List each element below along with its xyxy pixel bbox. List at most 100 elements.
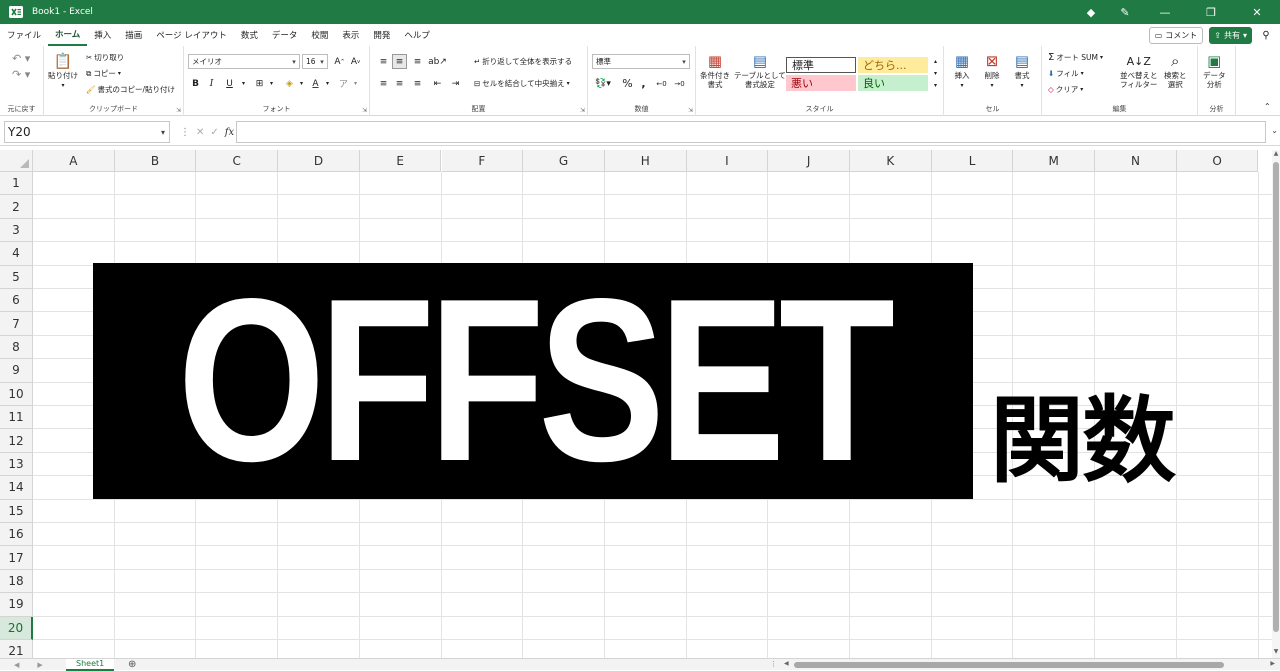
column-header-e[interactable]: E: [359, 150, 442, 172]
subtitle-text[interactable]: 関数: [990, 387, 1176, 497]
row-header-11[interactable]: 11: [0, 406, 33, 430]
row-header-9[interactable]: 9: [0, 359, 33, 383]
row-header-20[interactable]: 20: [0, 616, 33, 640]
redo-icon[interactable]: ↷ ▾: [12, 68, 30, 81]
comment-button[interactable]: ▭ コメント: [1148, 26, 1204, 44]
row-header-15[interactable]: 15: [0, 499, 33, 523]
chevron-down-icon[interactable]: ▾: [928, 67, 943, 79]
collapse-ribbon-icon[interactable]: ⌃: [1264, 102, 1271, 111]
column-header-d[interactable]: D: [278, 150, 360, 172]
font-size-combo[interactable]: 16 ▾: [302, 54, 328, 69]
row-header-21[interactable]: 21: [0, 640, 33, 658]
style-normal[interactable]: 標準: [786, 57, 856, 73]
ribbon-pin-icon[interactable]: ⚲: [1258, 27, 1274, 43]
align-top-icon[interactable]: ≡: [376, 54, 391, 69]
row-header-4[interactable]: 4: [0, 242, 33, 266]
row-header-17[interactable]: 17: [0, 546, 33, 570]
expand-formula-icon[interactable]: ⌄: [1271, 126, 1278, 135]
wrap-text-button[interactable]: ↵ 折り返して全体を表示する: [474, 56, 572, 67]
bold-button[interactable]: B: [188, 76, 203, 91]
tab-draw[interactable]: 描画: [118, 24, 149, 46]
column-header-m[interactable]: M: [1013, 150, 1096, 172]
select-all-button[interactable]: [0, 150, 33, 172]
row-header-18[interactable]: 18: [0, 569, 33, 594]
row-header-8[interactable]: 8: [0, 335, 33, 360]
align-left-icon[interactable]: ≡: [376, 76, 391, 91]
row-header-14[interactable]: 14: [0, 476, 33, 500]
format-cells-button[interactable]: ▤ 書式 ▾: [1012, 52, 1032, 90]
orientation-icon[interactable]: ab↗: [428, 54, 447, 69]
row-header-16[interactable]: 16: [0, 523, 33, 547]
sheet-prev-icon[interactable]: ◀: [14, 661, 19, 669]
dialog-launcher-icon[interactable]: ⇲: [580, 107, 585, 114]
column-header-g[interactable]: G: [523, 150, 605, 172]
style-neutral[interactable]: どちら...: [858, 57, 928, 73]
align-bottom-icon[interactable]: ≡: [410, 54, 425, 69]
align-center-icon[interactable]: ≡: [392, 76, 407, 91]
clear-button[interactable]: ◇ クリア ▾: [1048, 84, 1083, 95]
close-button[interactable]: ✕: [1234, 0, 1280, 24]
row-header-10[interactable]: 10: [0, 382, 33, 406]
scroll-right-icon[interactable]: ▶: [1270, 660, 1275, 667]
row-header-6[interactable]: 6: [0, 289, 33, 313]
cancel-icon[interactable]: ✕: [196, 127, 204, 138]
tab-view[interactable]: 表示: [335, 24, 366, 46]
number-format-combo[interactable]: 標準 ▾: [592, 54, 690, 69]
tab-formulas[interactable]: 数式: [234, 24, 265, 46]
add-sheet-icon[interactable]: ⊕: [126, 659, 138, 671]
tab-insert[interactable]: 挿入: [87, 24, 118, 46]
more-styles-icon[interactable]: ▾: [928, 79, 943, 91]
insert-function-icon[interactable]: fx: [225, 127, 234, 138]
column-header-h[interactable]: H: [604, 150, 687, 172]
grow-font-icon[interactable]: A ^: [332, 54, 347, 69]
increase-indent-icon[interactable]: ⇥: [448, 76, 463, 91]
pen-icon[interactable]: ✎: [1108, 0, 1142, 24]
paste-button[interactable]: 📋 貼り付け ▾: [48, 52, 78, 90]
column-header-i[interactable]: I: [686, 150, 769, 172]
chevron-down-icon[interactable]: ▾: [348, 76, 363, 91]
diamond-icon[interactable]: ◆: [1074, 0, 1108, 24]
accounting-icon[interactable]: 💱▾: [592, 76, 614, 91]
comma-icon[interactable]: ,: [636, 76, 651, 91]
tab-developer[interactable]: 開発: [366, 24, 397, 46]
row-header-19[interactable]: 19: [0, 593, 33, 617]
scroll-up-icon[interactable]: ▲: [1272, 150, 1280, 160]
column-header-o[interactable]: O: [1176, 150, 1259, 172]
horizontal-scrollbar[interactable]: ⋮ ◀ ▶: [770, 660, 1275, 670]
sheet-tab-sheet1[interactable]: Sheet1: [66, 658, 115, 671]
scroll-down-icon[interactable]: ▼: [1272, 648, 1280, 658]
increase-decimal-icon[interactable]: ←0: [654, 76, 669, 91]
copy-button[interactable]: ⧉ コピー ▾: [86, 68, 121, 79]
delete-cells-button[interactable]: ⊠ 削除 ▾: [982, 52, 1002, 90]
share-button[interactable]: ⇪ 共有 ▾: [1209, 26, 1252, 44]
restore-button[interactable]: ❐: [1188, 0, 1234, 24]
scroll-left-icon[interactable]: ◀: [784, 660, 789, 667]
split-handle-icon[interactable]: ⋮: [770, 660, 777, 668]
row-header-1[interactable]: 1: [0, 172, 33, 196]
tab-help[interactable]: ヘルプ: [397, 24, 437, 46]
underline-button[interactable]: U: [222, 76, 237, 91]
dialog-launcher-icon[interactable]: ⇲: [362, 107, 367, 114]
row-header-2[interactable]: 2: [0, 195, 33, 219]
dialog-launcher-icon[interactable]: ⇲: [176, 107, 181, 114]
style-good[interactable]: 良い: [858, 75, 928, 91]
offset-banner[interactable]: OFFSET: [93, 263, 973, 499]
column-header-k[interactable]: K: [850, 150, 932, 172]
format-as-table-button[interactable]: ▤ テーブルとして 書式設定: [734, 52, 786, 89]
column-header-j[interactable]: J: [768, 150, 850, 172]
autosum-button[interactable]: Σ オート SUM ▾: [1048, 52, 1103, 63]
column-header-n[interactable]: N: [1095, 150, 1177, 172]
vertical-scrollbar[interactable]: ▲ ▼: [1272, 150, 1280, 658]
row-header-3[interactable]: 3: [0, 218, 33, 243]
align-middle-icon[interactable]: ≡: [392, 54, 407, 69]
enter-icon[interactable]: ✓: [210, 127, 218, 138]
tab-review[interactable]: 校閲: [304, 24, 335, 46]
row-header-13[interactable]: 13: [0, 452, 33, 477]
column-header-a[interactable]: A: [33, 150, 115, 172]
formula-input[interactable]: [236, 121, 1266, 143]
merge-center-button[interactable]: ⊟ セルを結合して中央揃え ▾: [474, 78, 570, 89]
row-header-12[interactable]: 12: [0, 429, 33, 453]
horizontal-scroll-thumb[interactable]: [794, 662, 1224, 668]
chevron-down-icon[interactable]: ▾: [320, 76, 335, 91]
data-analysis-button[interactable]: ▣ データ 分析: [1203, 52, 1226, 89]
